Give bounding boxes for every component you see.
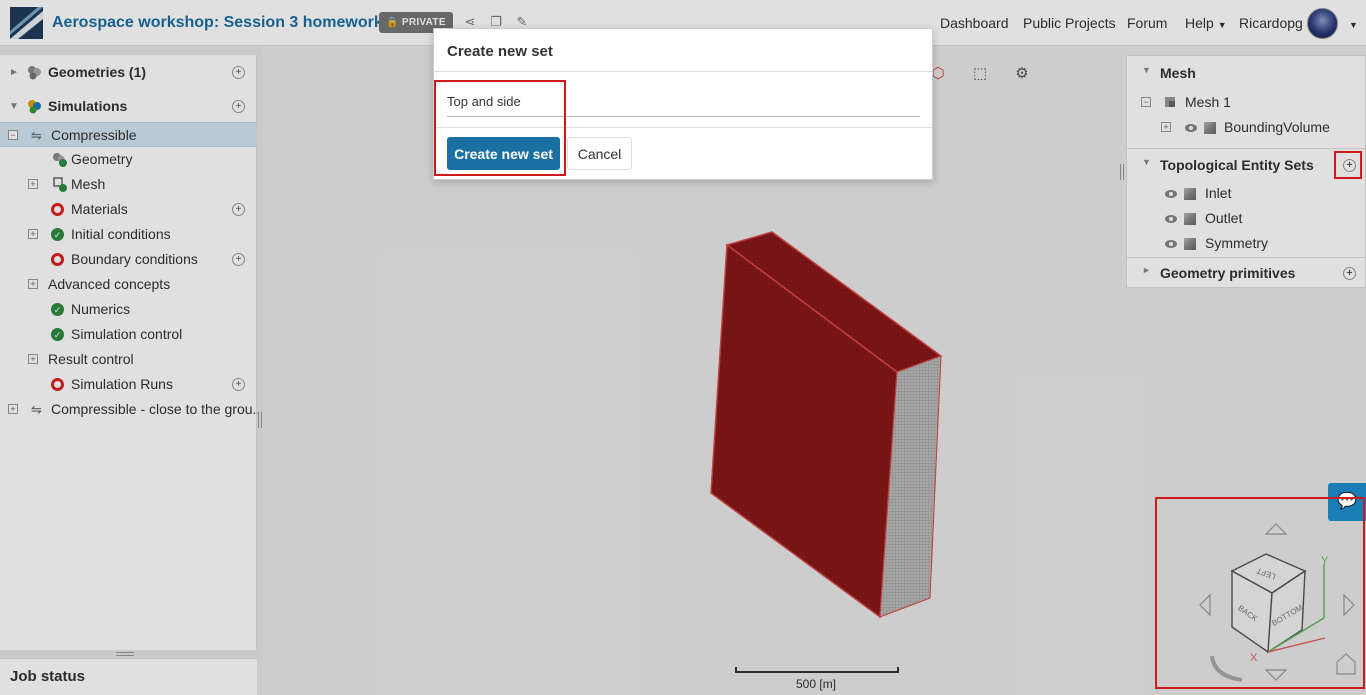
cancel-button[interactable]: Cancel [567, 137, 632, 170]
dialog-title: Create new set [447, 43, 553, 60]
highlight-box-nav-cube [1155, 497, 1365, 689]
divider [434, 71, 932, 72]
highlight-box-dialog [434, 80, 566, 176]
highlight-box-add-set [1334, 151, 1362, 179]
